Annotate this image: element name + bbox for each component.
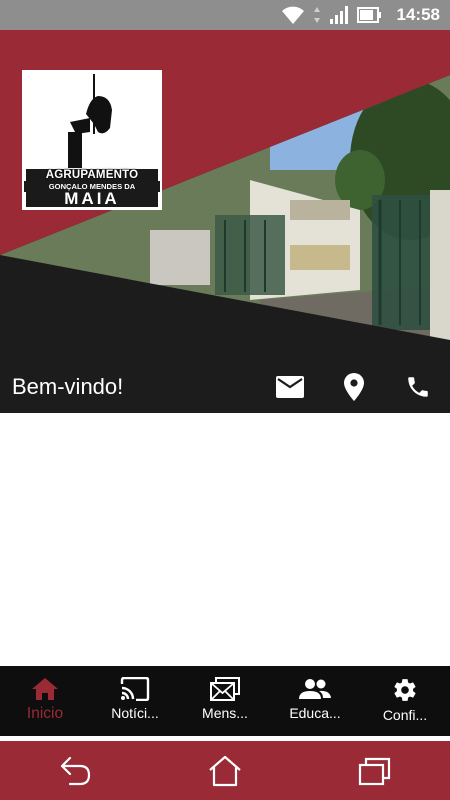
data-arrows-icon bbox=[313, 7, 320, 23]
logo-text-line1: AGRUPAMENTO bbox=[26, 169, 158, 181]
nav-label-configuracoes: Confi... bbox=[382, 707, 428, 723]
location-icon bbox=[344, 372, 364, 401]
cast-icon bbox=[120, 677, 150, 701]
home-icon bbox=[32, 678, 58, 700]
people-icon bbox=[299, 679, 331, 699]
status-time: 14:58 bbox=[396, 5, 440, 24]
nav-item-mensagens[interactable]: Mens... bbox=[180, 666, 270, 736]
logo-text-line3: MAIA bbox=[26, 190, 158, 207]
signal-icon bbox=[329, 6, 348, 24]
nav-label-educacao: Educa... bbox=[289, 705, 341, 721]
back-button[interactable] bbox=[45, 746, 105, 796]
welcome-bar: Bem-vindo! bbox=[0, 360, 450, 413]
phone-icon bbox=[408, 376, 428, 397]
back-icon bbox=[60, 756, 91, 785]
nav-label-inicio: Inicio bbox=[26, 705, 64, 722]
email-button[interactable] bbox=[258, 360, 322, 413]
gear-icon bbox=[394, 679, 416, 701]
statue-emblem-icon bbox=[68, 74, 112, 168]
phone-button[interactable] bbox=[386, 360, 450, 413]
recents-button[interactable] bbox=[345, 746, 405, 796]
home-outline-icon bbox=[209, 755, 241, 786]
welcome-text: Bem-vindo! bbox=[12, 373, 124, 399]
recents-icon bbox=[358, 757, 391, 785]
nav-label-noticias: Notíci... bbox=[111, 705, 159, 721]
nav-item-educacao[interactable]: Educa... bbox=[270, 666, 360, 736]
nav-item-configuracoes[interactable]: Confi... bbox=[360, 666, 450, 736]
status-bar: 14:58 bbox=[0, 0, 450, 30]
bottom-navigation: Inicio Notíci... Mens... Educa... Confi.… bbox=[0, 666, 450, 736]
app-header: AGRUPAMENTO GONÇALO MENDES DA MAIA Bem-v… bbox=[0, 30, 450, 413]
battery-icon bbox=[356, 7, 381, 23]
location-button[interactable] bbox=[322, 360, 386, 413]
mail-icon bbox=[276, 375, 304, 398]
app-screen: 14:58 AGRUPAMENTO GONÇALO MENDES DA MAIA… bbox=[0, 0, 450, 800]
messages-icon bbox=[210, 677, 240, 701]
system-navigation-bar bbox=[0, 741, 450, 800]
nav-item-inicio[interactable]: Inicio bbox=[0, 666, 90, 736]
nav-item-noticias[interactable]: Notíci... bbox=[90, 666, 180, 736]
home-button[interactable] bbox=[195, 746, 255, 796]
school-logo: AGRUPAMENTO GONÇALO MENDES DA MAIA bbox=[22, 70, 162, 210]
nav-label-mensagens: Mens... bbox=[202, 705, 248, 721]
wifi-icon bbox=[281, 6, 304, 24]
